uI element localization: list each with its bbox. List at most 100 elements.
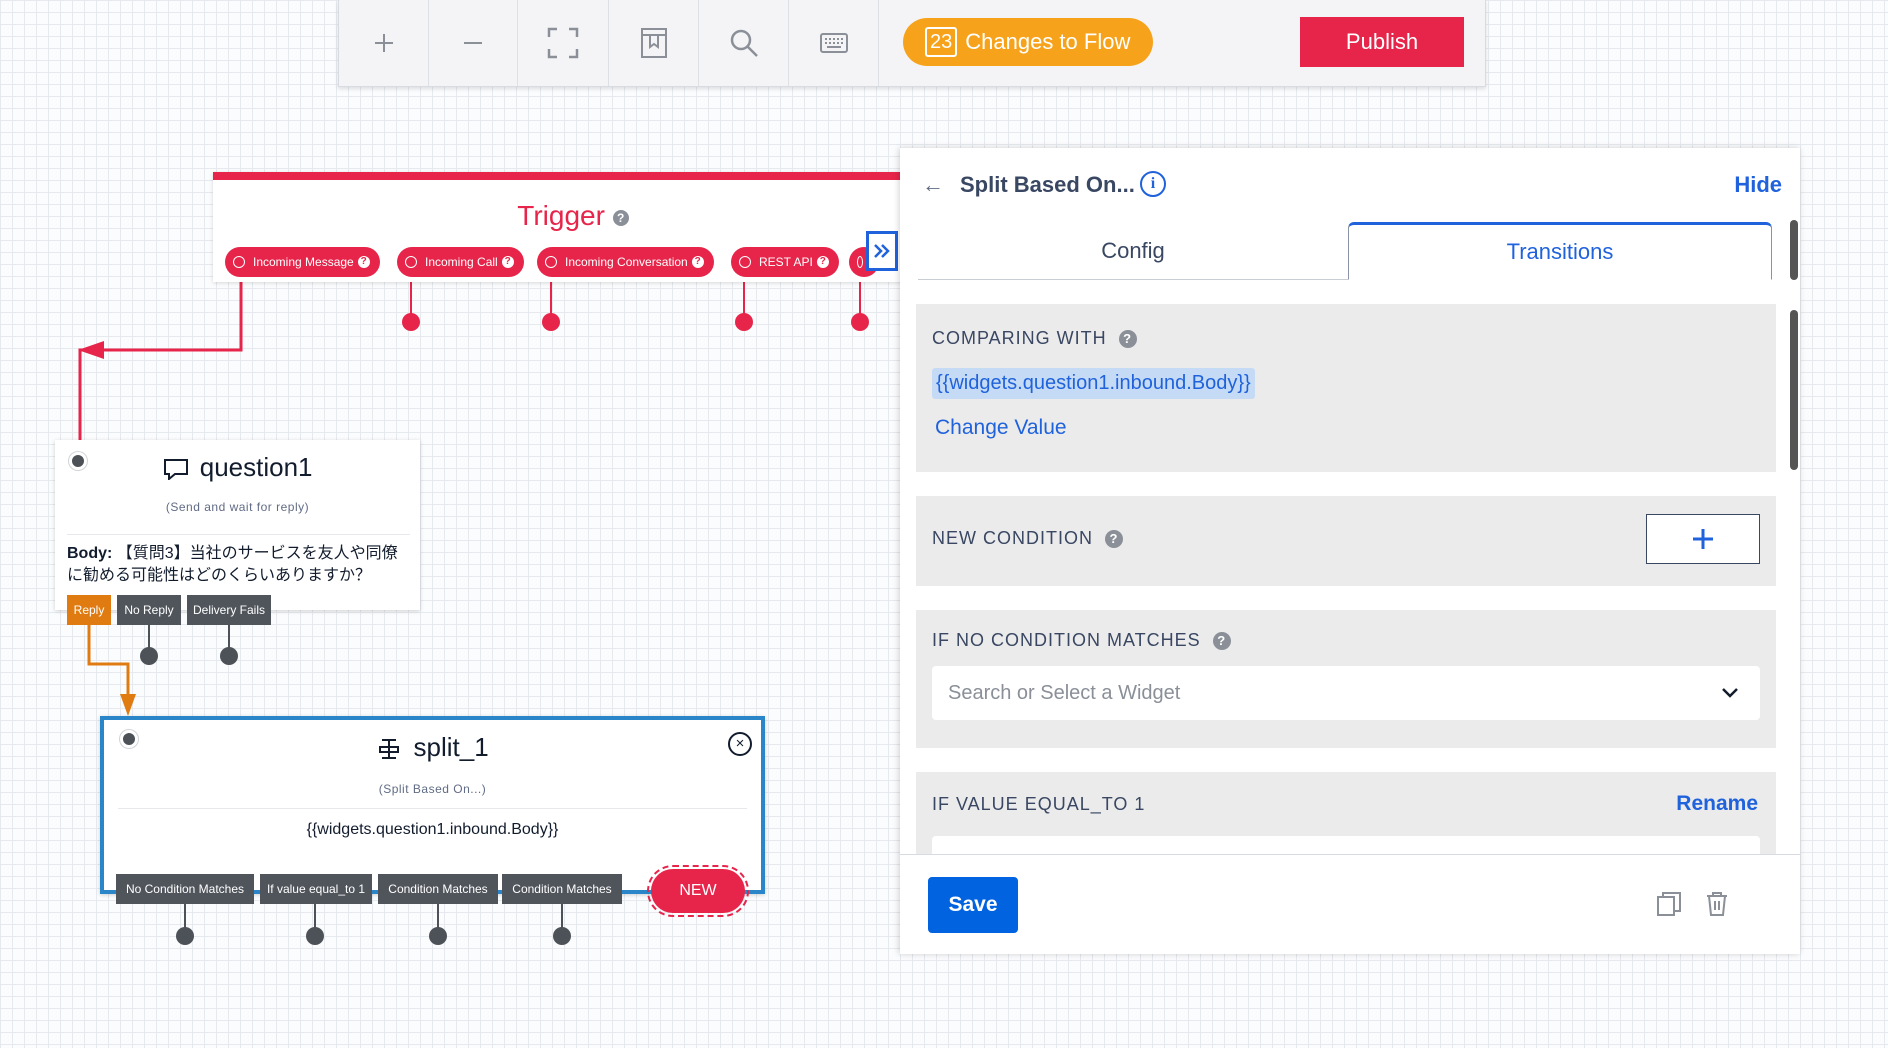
changes-to-flow-button[interactable]: 23 Changes to Flow bbox=[903, 18, 1153, 66]
zoom-in-button[interactable] bbox=[339, 0, 429, 86]
widget-select[interactable]: Search or Select a Widget bbox=[932, 666, 1760, 720]
trigger-port[interactable] bbox=[735, 313, 753, 331]
minus-icon bbox=[464, 42, 482, 44]
help-icon: ? bbox=[691, 256, 704, 268]
plus-icon bbox=[374, 34, 393, 52]
help-icon[interactable]: ? bbox=[1118, 330, 1137, 349]
add-condition-button[interactable] bbox=[1646, 514, 1760, 564]
transition-reply[interactable]: Reply bbox=[67, 595, 111, 625]
chat-bubble-icon bbox=[163, 459, 188, 482]
trigger-port[interactable] bbox=[851, 313, 869, 331]
changes-count: 23 bbox=[925, 27, 958, 57]
widget-subtitle: (Send and wait for reply) bbox=[165, 500, 310, 514]
output-port[interactable] bbox=[220, 647, 238, 665]
widget-config-panel: ← Split Based On... i Hide Config Transi… bbox=[900, 148, 1800, 954]
circle-icon bbox=[233, 256, 245, 268]
transition-no-condition[interactable]: No Condition Matches bbox=[116, 874, 254, 904]
section-label-text: COMPARING WITH bbox=[932, 328, 1107, 348]
trigger-rest-api[interactable]: REST API ? bbox=[731, 247, 839, 277]
expand-panel-button[interactable] bbox=[866, 231, 898, 271]
widget-title: split_1 bbox=[104, 732, 761, 763]
panel-content: COMPARING WITH? {{widgets.question1.inbo… bbox=[900, 280, 1788, 854]
select-placeholder: Search or Select a Widget bbox=[948, 681, 1181, 704]
panel-footer: Save bbox=[900, 854, 1800, 954]
change-value-link[interactable]: Change Value bbox=[935, 416, 1067, 440]
info-icon[interactable]: i bbox=[1140, 171, 1166, 197]
trigger-incoming-message[interactable]: Incoming Message ? bbox=[225, 247, 380, 277]
save-button[interactable]: Save bbox=[928, 877, 1018, 933]
output-port[interactable] bbox=[140, 647, 158, 665]
new-transition-button[interactable]: NEW bbox=[647, 865, 749, 917]
help-icon: ? bbox=[501, 256, 514, 268]
output-port[interactable] bbox=[429, 927, 447, 945]
question1-widget[interactable]: question1 (Send and wait for reply) Body… bbox=[55, 440, 420, 610]
transition-condition-matches[interactable]: Condition Matches bbox=[502, 874, 622, 904]
section-label-text: IF NO CONDITION MATCHES bbox=[932, 630, 1201, 650]
output-port[interactable] bbox=[176, 927, 194, 945]
trigger-incoming-conversation[interactable]: Incoming Conversation ? bbox=[537, 247, 714, 277]
fit-screen-icon bbox=[547, 27, 579, 59]
trigger-port[interactable] bbox=[542, 313, 560, 331]
transition-condition-matches[interactable]: Condition Matches bbox=[378, 874, 498, 904]
search-button[interactable] bbox=[699, 0, 789, 86]
connector-trigger-to-question1 bbox=[78, 282, 243, 440]
outer-scrollbar[interactable] bbox=[1790, 220, 1798, 280]
output-port[interactable] bbox=[306, 927, 324, 945]
help-icon[interactable]: ? bbox=[612, 209, 629, 226]
trash-icon[interactable] bbox=[1705, 891, 1729, 922]
bookmark-button[interactable] bbox=[609, 0, 699, 86]
zoom-out-button[interactable] bbox=[429, 0, 518, 86]
trigger-port[interactable] bbox=[402, 313, 420, 331]
connector-reply-to-split bbox=[87, 624, 130, 700]
duplicate-icon[interactable] bbox=[1656, 891, 1682, 922]
fit-screen-button[interactable] bbox=[518, 0, 609, 86]
keyboard-icon bbox=[819, 33, 848, 53]
content-scrollbar[interactable] bbox=[1790, 310, 1798, 470]
split-widget[interactable]: split_1 (Split Based On...) {{widgets.qu… bbox=[100, 716, 765, 894]
value-equal-input[interactable] bbox=[932, 836, 1760, 854]
transition-equal-to-1[interactable]: If value equal_to 1 bbox=[260, 874, 372, 904]
changes-label: Changes to Flow bbox=[965, 29, 1131, 54]
panel-tabs: Config Transitions bbox=[918, 222, 1772, 280]
panel-title: Split Based On... bbox=[960, 172, 1135, 197]
trigger-title: Trigger ? bbox=[213, 200, 933, 232]
circle-icon bbox=[739, 256, 751, 268]
new-condition-label: NEW CONDITION? bbox=[932, 528, 1123, 549]
double-chevron-right-icon bbox=[874, 244, 890, 258]
value-equal-label: IF VALUE EQUAL_TO 1 bbox=[932, 794, 1146, 814]
help-icon[interactable]: ? bbox=[1105, 530, 1123, 549]
circle-icon bbox=[857, 256, 863, 268]
split-icon bbox=[379, 739, 400, 760]
connector-arrowhead bbox=[78, 341, 104, 359]
help-icon: ? bbox=[357, 256, 370, 268]
help-icon[interactable]: ? bbox=[1212, 632, 1231, 651]
help-icon: ? bbox=[816, 256, 829, 268]
body-text: 【質問3】当社のサービスを友人や同僚に勧める可能性はどのくらいありますか？ bbox=[67, 545, 398, 584]
trigger-widget[interactable]: Trigger ? Incoming Message ? Incoming Ca… bbox=[213, 172, 933, 282]
no-condition-label: IF NO CONDITION MATCHES? bbox=[932, 630, 1231, 651]
trigger-button-label: Incoming Call bbox=[425, 255, 498, 269]
rename-link[interactable]: Rename bbox=[1676, 792, 1758, 816]
output-port[interactable] bbox=[553, 927, 571, 945]
close-icon[interactable]: × bbox=[728, 732, 752, 756]
tab-config[interactable]: Config bbox=[918, 222, 1348, 280]
no-condition-section: IF NO CONDITION MATCHES? Search or Selec… bbox=[916, 610, 1776, 748]
publish-button[interactable]: Publish bbox=[1300, 17, 1464, 67]
transition-delivery-fails[interactable]: Delivery Fails bbox=[187, 595, 271, 625]
body-label: Body: bbox=[67, 545, 113, 562]
panel-header: ← Split Based On... i Hide bbox=[900, 148, 1800, 222]
comparing-with-label: COMPARING WITH? bbox=[932, 328, 1137, 349]
chevron-down-icon bbox=[1722, 688, 1738, 698]
trigger-incoming-call[interactable]: Incoming Call ? bbox=[397, 247, 524, 277]
section-label-text: NEW CONDITION bbox=[932, 528, 1093, 548]
comparing-value: {{widgets.question1.inbound.Body}} bbox=[932, 368, 1255, 399]
keyboard-shortcuts-button[interactable] bbox=[789, 0, 879, 86]
canvas-toolbar: 23 Changes to Flow Publish bbox=[338, 0, 1486, 87]
trigger-button-label: Incoming Message bbox=[253, 255, 354, 269]
widget-title: question1 bbox=[55, 452, 420, 483]
back-arrow-icon[interactable]: ← bbox=[922, 172, 944, 198]
tab-transitions[interactable]: Transitions bbox=[1348, 222, 1772, 280]
transition-no-reply[interactable]: No Reply bbox=[117, 595, 181, 625]
hide-panel-link[interactable]: Hide bbox=[1734, 172, 1782, 198]
comparing-with-section: COMPARING WITH? {{widgets.question1.inbo… bbox=[916, 304, 1776, 472]
